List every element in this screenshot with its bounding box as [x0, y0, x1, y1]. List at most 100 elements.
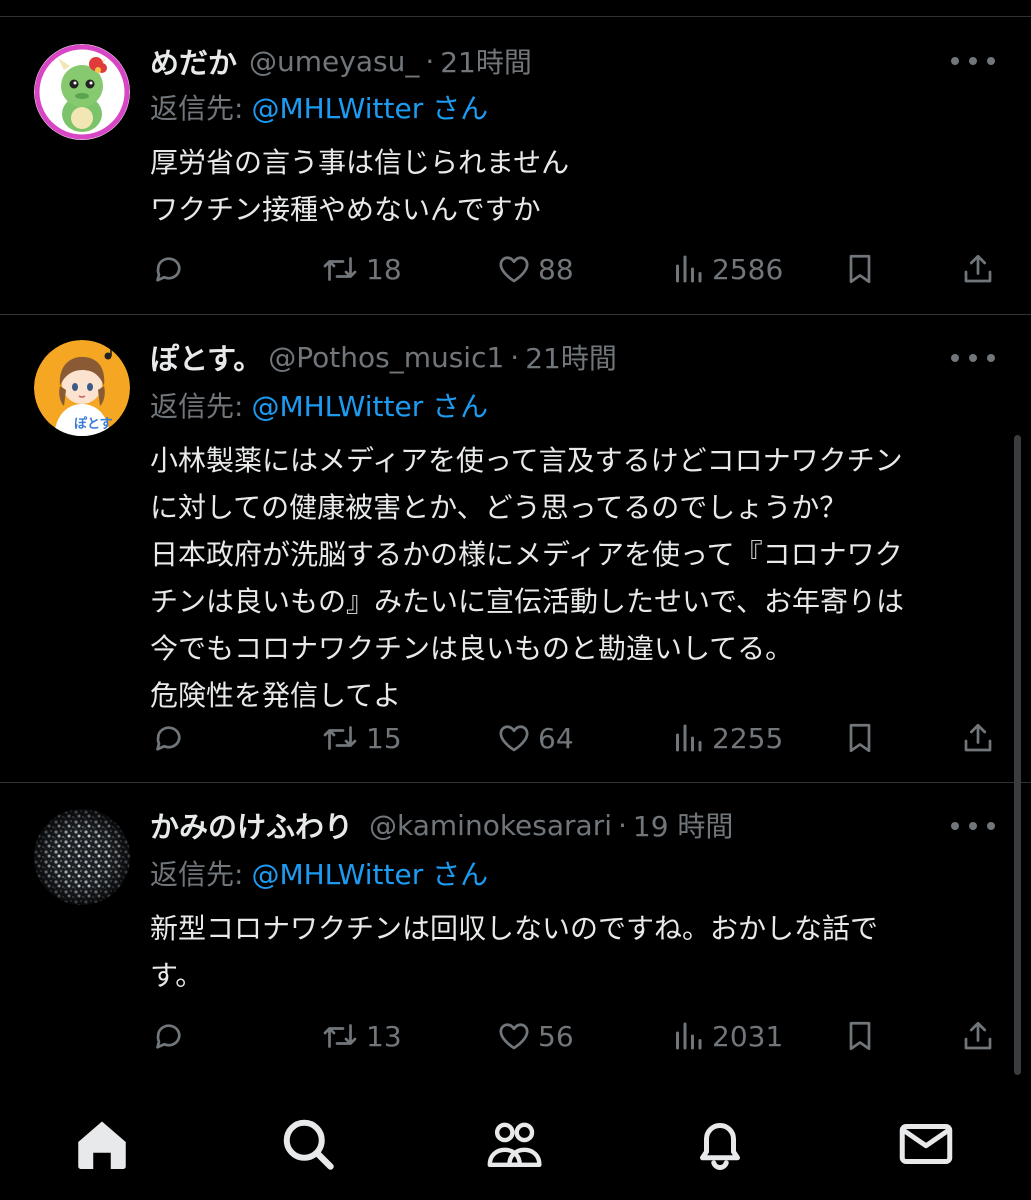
more-options-icon[interactable] — [951, 816, 995, 836]
tab-messages[interactable] — [896, 1114, 956, 1174]
green-dragon-avatar-icon — [34, 44, 130, 140]
more-options-icon[interactable] — [951, 348, 995, 368]
views-bar-chart-icon — [676, 1022, 702, 1050]
heart-icon — [499, 1023, 529, 1050]
search-icon — [283, 1119, 334, 1170]
timestamp[interactable]: 21時間 — [525, 337, 617, 377]
bookmark-icon — [849, 723, 871, 753]
views-bar-chart-icon — [676, 255, 702, 283]
bookmark-button[interactable] — [842, 249, 878, 289]
reply-to-label: 返信先: — [150, 858, 244, 891]
tweet-header: めだか @umeyasu_ · 21時間 — [150, 39, 532, 83]
user-handle[interactable]: @Pothos_music1 — [268, 341, 504, 374]
tweet-header: ぽとす。 @Pothos_music1 · 21時間 — [150, 335, 617, 379]
retweet-icon — [323, 1024, 357, 1048]
avatar[interactable] — [34, 44, 130, 140]
views-button[interactable]: 2031 — [670, 1016, 783, 1056]
scrollbar[interactable] — [1014, 435, 1021, 1075]
share-button[interactable] — [960, 1016, 996, 1056]
more-options-icon[interactable] — [951, 51, 995, 71]
reply-mention-suffix: さん — [432, 92, 489, 125]
action-bar: 13 56 2031 — [150, 1016, 1000, 1056]
action-bar: 18 88 2586 — [150, 249, 1000, 289]
share-button[interactable] — [960, 718, 996, 758]
messages-icon — [899, 1124, 953, 1164]
reply-button[interactable] — [150, 718, 186, 758]
like-button[interactable]: 88 — [496, 249, 574, 289]
reply-to-label: 返信先: — [150, 390, 244, 423]
reply-icon — [156, 726, 181, 751]
separator-dot: · — [617, 808, 627, 842]
tweet[interactable]: ぽとす ぽとす。 @Pothos_music1 · 21時間 返信先: @MHL… — [0, 315, 1031, 783]
avatar[interactable]: ぽとす — [34, 340, 130, 436]
tweet-text: 新型コロナワクチンは回収しないのですね。おかしな話で す。 — [150, 905, 1000, 999]
reply-button[interactable] — [150, 249, 186, 289]
share-button[interactable] — [960, 249, 996, 289]
tweet[interactable]: めだか @umeyasu_ · 21時間 返信先: @MHLWitter さん … — [0, 17, 1031, 315]
retweet-button[interactable]: 18 — [320, 249, 402, 289]
tweet[interactable]: かみのけふわり @kaminokesarari · 19 時間 返信先: @MH… — [0, 783, 1031, 1083]
display-name[interactable]: めだか — [150, 40, 237, 82]
views-button[interactable]: 2255 — [670, 718, 783, 758]
communities-icon — [487, 1122, 542, 1167]
display-name[interactable]: ぽとす。 — [150, 336, 262, 378]
tab-communities[interactable] — [484, 1114, 544, 1174]
reply-mention-suffix: さん — [432, 390, 489, 423]
views-button[interactable]: 2586 — [670, 249, 783, 289]
reply-mention-link[interactable]: @MHLWitter さん — [251, 385, 488, 425]
heart-icon — [499, 256, 529, 283]
user-handle[interactable]: @kaminokesarari — [369, 809, 612, 842]
bookmark-button[interactable] — [842, 718, 878, 758]
user-handle[interactable]: @umeyasu_ — [249, 45, 419, 78]
tweet-text-line: す。 — [150, 959, 204, 992]
separator-dot: · — [510, 340, 520, 374]
reply-mention-link[interactable]: @MHLWitter さん — [251, 87, 488, 127]
views-count: 2255 — [712, 721, 784, 755]
tweet-text-line: 危険性を発信してよ — [150, 679, 402, 712]
tweet-text-line: に対しての健康被害とか、どう思ってるのでしょうか？ — [150, 491, 848, 524]
action-bar: 15 64 2255 — [150, 718, 1000, 758]
retweet-icon — [323, 257, 357, 281]
like-count: 88 — [538, 252, 574, 286]
views-count: 2031 — [712, 1019, 784, 1053]
reply-mention-link[interactable]: @MHLWitter さん — [251, 853, 488, 893]
retweet-count: 13 — [366, 1019, 402, 1053]
share-icon — [964, 254, 992, 283]
tab-search[interactable] — [278, 1114, 338, 1174]
like-count: 56 — [538, 1019, 574, 1053]
tweet-text: 厚労省の言う事は信じられません ワクチン接種やめないんですか — [150, 139, 1000, 233]
anime-girl-avatar-icon: ぽとす — [34, 340, 130, 436]
reply-button[interactable] — [150, 1016, 186, 1056]
tweet-text-line: 小林製薬にはメディアを使って言及するけどコロナワクチン — [150, 444, 903, 477]
tab-notifications[interactable] — [690, 1114, 750, 1174]
bookmark-icon — [849, 1021, 871, 1051]
timestamp[interactable]: 19 時間 — [633, 805, 734, 845]
tweet-header: かみのけふわり @kaminokesarari · 19 時間 — [150, 803, 733, 847]
reply-mention-suffix: さん — [432, 858, 489, 891]
tweet-text: 小林製薬にはメディアを使って言及するけどコロナワクチン に対しての健康被害とか、… — [150, 437, 1000, 719]
like-button[interactable]: 64 — [496, 718, 574, 758]
views-count: 2586 — [712, 252, 784, 286]
avatar[interactable] — [34, 809, 130, 905]
heart-icon — [499, 725, 529, 752]
views-bar-chart-icon — [676, 724, 702, 752]
display-name[interactable]: かみのけふわり — [150, 804, 353, 846]
bookmark-button[interactable] — [842, 1016, 878, 1056]
like-button[interactable]: 56 — [496, 1016, 574, 1056]
speckled-texture-avatar-icon — [34, 809, 130, 905]
avatar-caption: ぽとす — [74, 416, 113, 432]
reply-to-line: 返信先: @MHLWitter さん — [150, 385, 488, 425]
reply-mention-handle: @MHLWitter — [251, 858, 424, 891]
timestamp[interactable]: 21時間 — [440, 41, 532, 81]
tweet-text-line: 厚労省の言う事は信じられません — [150, 146, 570, 179]
reply-to-line: 返信先: @MHLWitter さん — [150, 853, 488, 893]
retweet-button[interactable]: 15 — [320, 718, 402, 758]
retweet-count: 15 — [366, 721, 402, 755]
reply-icon — [156, 1024, 181, 1049]
home-icon — [78, 1121, 126, 1169]
tweet-text-line: チンは良いもの』みたいに宣伝活動したせいで、お年寄りは — [150, 585, 905, 618]
tweet-text-line: 今でもコロナワクチンは良いものと勘違いしてる。 — [150, 632, 794, 665]
retweet-button[interactable]: 13 — [320, 1016, 402, 1056]
tab-home[interactable] — [72, 1114, 132, 1174]
tweet-text-line: 新型コロナワクチンは回収しないのですね。おかしな話で — [150, 912, 879, 945]
